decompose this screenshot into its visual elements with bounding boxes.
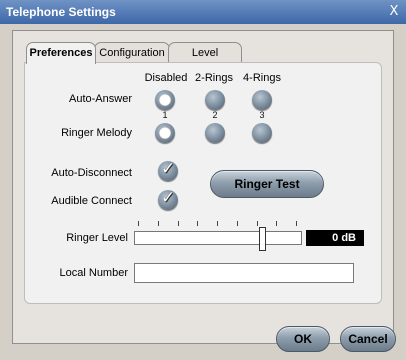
ringer-melody-2-radio[interactable] — [205, 123, 225, 143]
auto-answer-disabled-radio[interactable] — [155, 90, 175, 110]
ringer-melody-label: Ringer Melody — [61, 127, 132, 139]
slider-tick — [276, 221, 278, 226]
cancel-button[interactable]: Cancel — [340, 326, 396, 352]
ringer-test-button[interactable]: Ringer Test — [210, 170, 324, 198]
tab-preferences[interactable]: Preferences — [26, 42, 96, 64]
audible-connect-label: Audible Connect — [51, 195, 132, 207]
close-icon[interactable]: X — [386, 4, 402, 20]
slider-tick — [256, 221, 258, 226]
slider-tick — [157, 221, 159, 226]
ok-button[interactable]: OK — [276, 326, 330, 352]
slider-tick — [197, 221, 199, 226]
local-number-label: Local Number — [59, 267, 128, 279]
auto-disconnect-checkbox[interactable]: ✓ — [158, 159, 178, 181]
header-disabled: Disabled — [144, 72, 188, 84]
auto-answer-label: Auto-Answer — [69, 93, 132, 105]
ringer-level-slider-thumb[interactable] — [258, 227, 266, 251]
melody-option-3-label: 3 — [259, 110, 265, 120]
slider-tick — [138, 221, 139, 226]
melody-option-2-label: 2 — [212, 110, 218, 120]
ringer-level-slider-track[interactable] — [134, 231, 302, 245]
slider-tick — [177, 221, 179, 226]
ringer-melody-3-radio[interactable] — [252, 123, 272, 143]
checkmark-icon: ✓ — [161, 159, 176, 179]
local-number-input[interactable] — [134, 263, 354, 283]
header-4-rings: 4-Rings — [243, 72, 281, 84]
checkmark-icon: ✓ — [161, 188, 176, 208]
ringer-melody-1-radio[interactable] — [155, 123, 175, 143]
tab-configuration[interactable]: Configuration — [94, 42, 170, 63]
ringer-level-label: Ringer Level — [66, 232, 128, 244]
slider-tick — [217, 221, 218, 226]
auto-answer-2-rings-radio[interactable] — [205, 90, 225, 110]
melody-option-1-label: 1 — [162, 110, 168, 120]
auto-answer-4-rings-radio[interactable] — [252, 90, 272, 110]
slider-tick — [296, 221, 297, 226]
tab-level[interactable]: Level — [168, 42, 242, 63]
slider-tick — [236, 221, 238, 226]
window-title: Telephone Settings — [6, 5, 116, 19]
ringer-level-display: 0 dB — [306, 230, 364, 246]
auto-disconnect-label: Auto-Disconnect — [51, 167, 132, 179]
telephone-settings-window: Telephone Settings X Preferences Configu… — [0, 0, 406, 360]
header-2-rings: 2-Rings — [195, 72, 233, 84]
audible-connect-checkbox[interactable]: ✓ — [158, 188, 178, 210]
title-bar: Telephone Settings X — [0, 0, 406, 24]
